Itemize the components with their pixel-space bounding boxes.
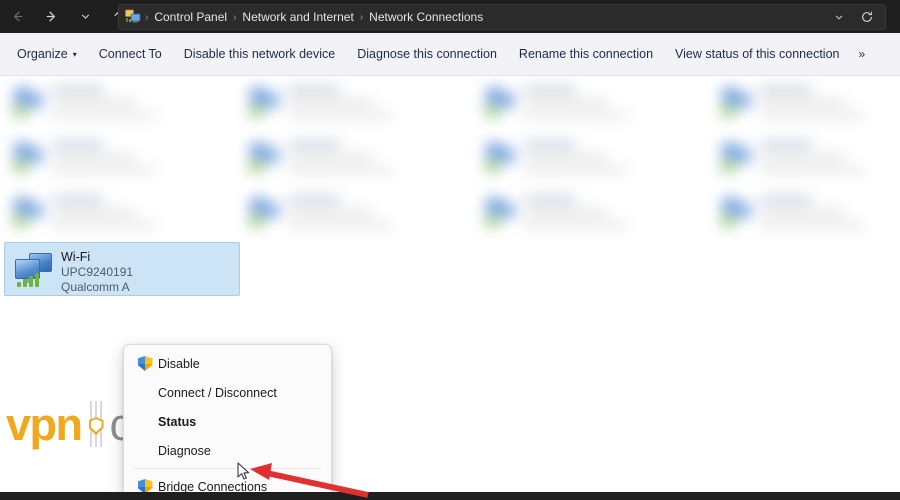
refresh-icon[interactable] xyxy=(853,6,881,28)
connect-to-button[interactable]: Connect To xyxy=(88,42,173,66)
chevron-down-icon[interactable] xyxy=(825,6,853,28)
menu-item-disable[interactable]: Disable xyxy=(127,349,328,378)
blurred-connections-background xyxy=(0,76,900,242)
network-connections-icon xyxy=(125,9,141,25)
bottom-bar xyxy=(0,492,900,500)
recent-locations-button[interactable] xyxy=(68,2,102,32)
menu-item-label: Connect / Disconnect xyxy=(158,385,277,400)
title-bar: › Control Panel › Network and Internet ›… xyxy=(0,0,900,33)
menu-item-connect-disconnect[interactable]: Connect / Disconnect xyxy=(127,378,328,407)
breadcrumb-separator: › xyxy=(233,11,237,23)
rename-this-connection-button[interactable]: Rename this connection xyxy=(508,42,664,66)
connection-details: Wi-Fi UPC9240191 Qualcomm A xyxy=(61,250,237,295)
mouse-pointer-icon xyxy=(237,462,250,480)
menu-item-label: Disable xyxy=(158,356,200,371)
address-bar-actions xyxy=(825,6,881,28)
disable-this-network-device-button[interactable]: Disable this network device xyxy=(173,42,346,66)
network-adapter-icon xyxy=(13,251,55,289)
connection-adapter-name: Qualcomm A xyxy=(61,280,130,294)
breadcrumb-item-network-connections[interactable]: Network Connections xyxy=(365,8,487,26)
menu-item-status[interactable]: Status xyxy=(127,407,328,436)
watermark-shield-icon xyxy=(83,401,109,447)
uac-shield-icon xyxy=(132,479,158,492)
uac-shield-icon xyxy=(132,356,158,371)
connections-list: Wi-Fi UPC9240191 Qualcomm A vpn central … xyxy=(0,76,900,492)
connection-name: Wi-Fi xyxy=(61,250,91,264)
breadcrumb-item-control-panel[interactable]: Control Panel xyxy=(150,8,231,26)
command-bar-overflow-button[interactable]: » xyxy=(850,42,872,66)
menu-item-label: Diagnose xyxy=(158,443,211,458)
back-button[interactable] xyxy=(0,2,34,32)
view-status-of-this-connection-button[interactable]: View status of this connection xyxy=(664,42,850,66)
breadcrumb-item-network-and-internet[interactable]: Network and Internet xyxy=(238,8,357,26)
command-bar: Organize ▾ Connect To Disable this networ… xyxy=(0,33,900,76)
breadcrumb-separator: › xyxy=(145,11,149,23)
annotation-arrow xyxy=(250,463,369,498)
menu-item-label: Status xyxy=(158,414,197,429)
breadcrumb: › Control Panel › Network and Internet ›… xyxy=(143,8,825,26)
breadcrumb-separator: › xyxy=(359,11,364,23)
connection-item-wifi[interactable]: Wi-Fi UPC9240191 Qualcomm A xyxy=(4,242,240,296)
network-adapter-icon xyxy=(12,85,46,119)
connection-network-ssid: UPC9240191 xyxy=(61,265,134,279)
chevron-down-icon: ▾ xyxy=(72,50,77,59)
diagnose-this-connection-button[interactable]: Diagnose this connection xyxy=(346,42,508,66)
watermark-brand-primary: vpn xyxy=(6,398,83,450)
address-bar[interactable]: › Control Panel › Network and Internet ›… xyxy=(118,4,886,30)
organize-button[interactable]: Organize ▾ xyxy=(6,42,88,66)
forward-button[interactable] xyxy=(34,2,68,32)
organize-label: Organize xyxy=(17,47,68,61)
